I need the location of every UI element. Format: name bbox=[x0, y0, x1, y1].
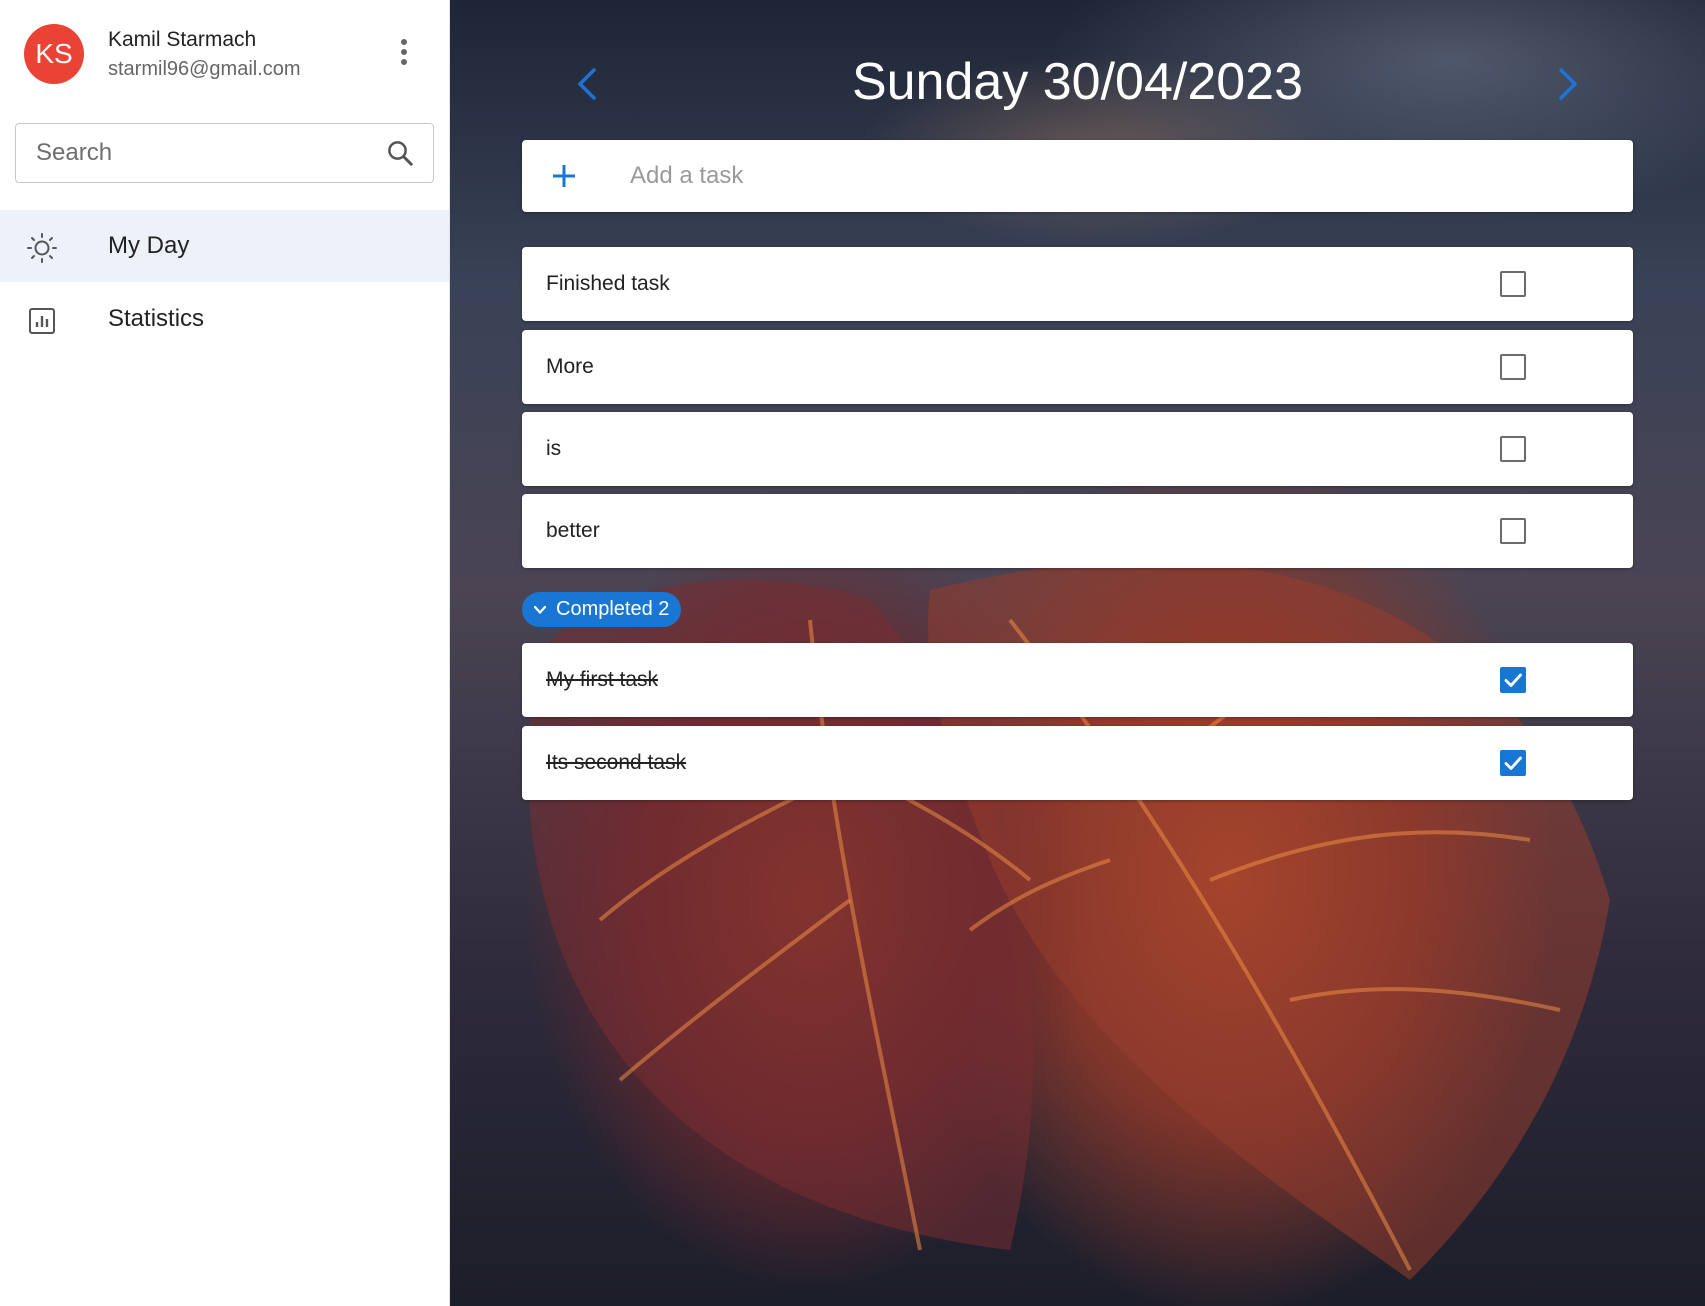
date-header: Sunday 30/04/2023 bbox=[450, 40, 1705, 130]
sidebar-item-statistics[interactable]: Statistics bbox=[0, 283, 449, 355]
task-label: Its second task bbox=[546, 751, 687, 774]
task-label: is bbox=[546, 437, 562, 460]
completed-task-item[interactable]: My first task bbox=[522, 643, 1633, 717]
task-item[interactable]: More bbox=[522, 330, 1633, 404]
task-checkbox-checked[interactable] bbox=[1500, 667, 1526, 693]
add-task-bar bbox=[522, 140, 1633, 212]
task-checkbox[interactable] bbox=[1500, 518, 1526, 544]
main-content: Sunday 30/04/2023 Finished task More is … bbox=[450, 0, 1705, 1306]
more-options-icon[interactable] bbox=[392, 34, 416, 70]
page-title: Sunday 30/04/2023 bbox=[851, 53, 1304, 111]
user-name: Kamil Starmach bbox=[108, 28, 257, 51]
search-input[interactable] bbox=[36, 124, 366, 182]
completed-label: Completed 2 bbox=[556, 598, 670, 620]
bar-chart-icon bbox=[29, 308, 55, 334]
sidebar-item-label: My Day bbox=[108, 232, 190, 259]
avatar[interactable]: KS bbox=[24, 24, 84, 84]
completed-task-item[interactable]: Its second task bbox=[522, 726, 1633, 800]
user-email: starmil96@gmail.com bbox=[108, 58, 301, 80]
sidebar: KS Kamil Starmach starmil96@gmail.com Se… bbox=[0, 0, 450, 1306]
search-icon[interactable] bbox=[385, 138, 415, 168]
checkmark-icon bbox=[1504, 756, 1522, 770]
sidebar-item-my-day[interactable]: My Day bbox=[0, 210, 449, 282]
task-label: Finished task bbox=[546, 272, 670, 295]
task-checkbox[interactable] bbox=[1500, 271, 1526, 297]
chevron-right-icon[interactable] bbox=[1547, 62, 1587, 106]
task-item[interactable]: better bbox=[522, 494, 1633, 568]
add-task-input[interactable] bbox=[630, 140, 1610, 212]
task-label: My first task bbox=[546, 668, 659, 691]
search-box bbox=[15, 123, 434, 183]
task-item[interactable]: Finished task bbox=[522, 247, 1633, 321]
task-label: better bbox=[546, 519, 600, 542]
completed-toggle-button[interactable]: Completed 2 bbox=[522, 592, 682, 627]
sun-icon bbox=[27, 233, 57, 263]
chevron-down-icon bbox=[533, 605, 547, 614]
plus-icon[interactable] bbox=[550, 162, 578, 190]
user-profile: KS Kamil Starmach starmil96@gmail.com bbox=[24, 24, 434, 86]
task-item[interactable]: is bbox=[522, 412, 1633, 486]
task-checkbox[interactable] bbox=[1500, 436, 1526, 462]
checkmark-icon bbox=[1504, 673, 1522, 687]
task-checkbox-checked[interactable] bbox=[1500, 750, 1526, 776]
task-checkbox[interactable] bbox=[1500, 354, 1526, 380]
sidebar-item-label: Statistics bbox=[108, 305, 205, 332]
task-label: More bbox=[546, 355, 594, 378]
